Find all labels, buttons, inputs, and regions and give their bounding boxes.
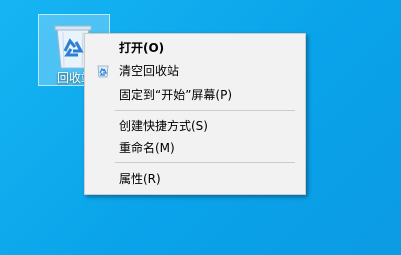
menu-item-empty-recycle-bin-label: 清空回收站: [119, 64, 180, 78]
menu-item-open[interactable]: 打开(O): [87, 37, 303, 59]
recycle-icon: [97, 65, 109, 78]
menu-item-pin-to-start-label: 固定到“开始”屏幕(P): [119, 88, 233, 102]
menu-item-pin-to-start[interactable]: 固定到“开始”屏幕(P): [87, 84, 303, 106]
menu-item-rename-label: 重命名(M): [119, 141, 175, 155]
menu-item-create-shortcut-label: 创建快捷方式(S): [119, 119, 208, 133]
menu-item-properties-label: 属性(R): [119, 172, 161, 186]
menu-item-empty-recycle-bin[interactable]: 清空回收站: [87, 60, 303, 82]
menu-item-create-shortcut[interactable]: 创建快捷方式(S): [87, 115, 303, 137]
context-menu: 打开(O) 清空回收站 固定到“开始”屏幕(P) 创建快捷方式(S) 重命名(M…: [84, 33, 306, 195]
menu-separator: [115, 110, 295, 111]
menu-item-rename[interactable]: 重命名(M): [87, 137, 303, 159]
menu-item-open-label: 打开(O): [119, 41, 165, 55]
menu-item-properties[interactable]: 属性(R): [87, 168, 303, 190]
menu-separator: [115, 162, 295, 163]
